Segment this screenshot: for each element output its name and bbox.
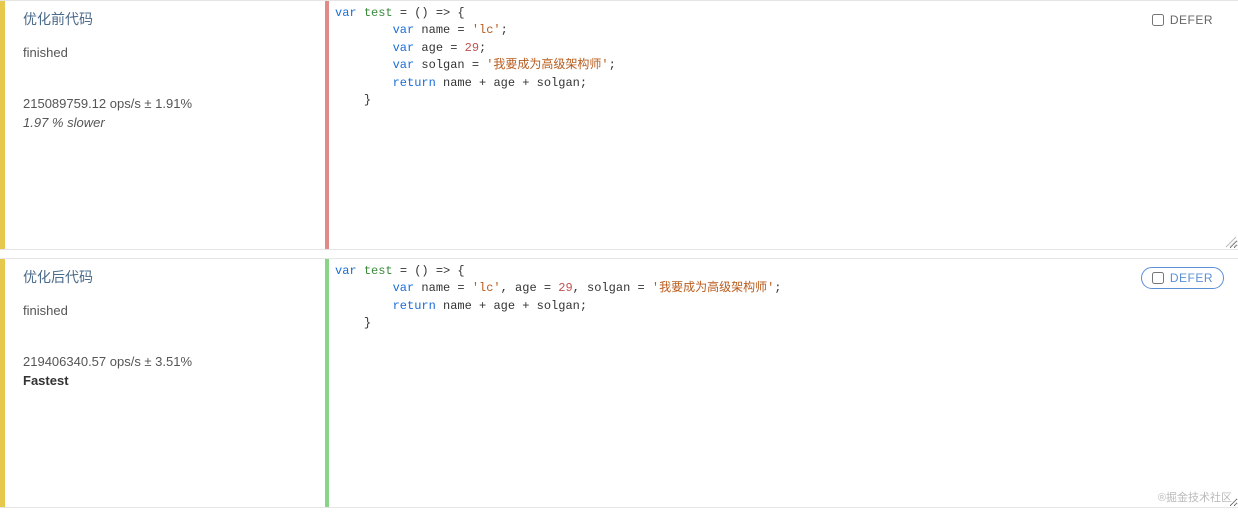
- code-string: '我要成为高级架构师': [486, 58, 608, 72]
- code-text: ;: [609, 58, 616, 72]
- test-ops: 215089759.12 ops/s ± 1.91%: [23, 96, 307, 111]
- test-title: 优化后代码: [23, 267, 307, 287]
- code-keyword: var: [393, 58, 415, 72]
- test-ops: 219406340.57 ops/s ± 3.51%: [23, 354, 307, 369]
- code-keyword: var: [393, 23, 415, 37]
- defer-checkbox[interactable]: [1152, 272, 1164, 284]
- code-keyword: var: [393, 41, 415, 55]
- code-text: name =: [414, 23, 472, 37]
- code-keyword: return: [393, 76, 436, 90]
- code-number: 29: [465, 41, 479, 55]
- test-status: finished: [23, 303, 307, 318]
- code-text: , solgan =: [573, 281, 652, 295]
- test-status: finished: [23, 45, 307, 60]
- defer-label: DEFER: [1170, 13, 1213, 27]
- test-note: Fastest: [23, 373, 307, 388]
- code-editor[interactable]: var test = () => { var name = 'lc', age …: [329, 259, 1238, 507]
- code-panel: var test = () => { var name = 'lc', age …: [325, 259, 1238, 507]
- test-title: 优化前代码: [23, 9, 307, 29]
- defer-toggle[interactable]: DEFER: [1141, 9, 1224, 31]
- code-text: age =: [414, 41, 464, 55]
- code-string: '我要成为高级架构师': [652, 281, 774, 295]
- code-text: ;: [774, 281, 781, 295]
- code-text: name + age + solgan;: [436, 299, 587, 313]
- code-text: ;: [479, 41, 486, 55]
- code-text: solgan =: [414, 58, 486, 72]
- code-text: ;: [501, 23, 508, 37]
- code-panel: var test = () => { var name = 'lc'; var …: [325, 1, 1238, 249]
- code-keyword: var: [393, 281, 415, 295]
- code-text: }: [364, 93, 371, 107]
- code-text: name + age + solgan;: [436, 76, 587, 90]
- code-keyword: return: [393, 299, 436, 313]
- info-panel: 优化后代码 finished 219406340.57 ops/s ± 3.51…: [5, 259, 325, 507]
- code-identifier: test: [364, 264, 393, 278]
- code-text: }: [364, 316, 371, 330]
- code-keyword: var: [335, 6, 357, 20]
- test-note: 1.97 % slower: [23, 115, 307, 130]
- info-panel: 优化前代码 finished 215089759.12 ops/s ± 1.91…: [5, 1, 325, 249]
- code-text: , age =: [501, 281, 559, 295]
- test-case: 优化后代码 finished 219406340.57 ops/s ± 3.51…: [0, 258, 1238, 508]
- defer-toggle[interactable]: DEFER: [1141, 267, 1224, 289]
- code-editor[interactable]: var test = () => { var name = 'lc'; var …: [329, 1, 1238, 249]
- code-keyword: var: [335, 264, 357, 278]
- test-case: 优化前代码 finished 215089759.12 ops/s ± 1.91…: [0, 0, 1238, 250]
- code-text: = () => {: [393, 264, 465, 278]
- defer-checkbox[interactable]: [1152, 14, 1164, 26]
- code-identifier: test: [364, 6, 393, 20]
- code-text: name =: [414, 281, 472, 295]
- code-string: 'lc': [472, 23, 501, 37]
- code-number: 29: [558, 281, 572, 295]
- code-text: = () => {: [393, 6, 465, 20]
- defer-label: DEFER: [1170, 271, 1213, 285]
- code-string: 'lc': [472, 281, 501, 295]
